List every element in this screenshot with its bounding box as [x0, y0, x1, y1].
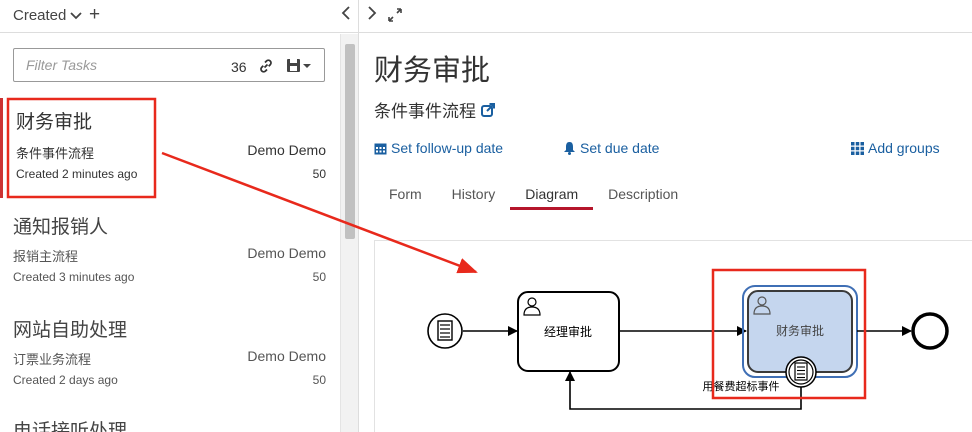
tab-diagram[interactable]: Diagram: [510, 178, 594, 210]
bell-icon: [564, 142, 575, 155]
process-name: 条件事件流程: [374, 102, 476, 121]
tab-description[interactable]: Description: [593, 178, 693, 210]
boundary-conditional-event[interactable]: [785, 356, 817, 388]
task-priority: 50: [312, 270, 326, 284]
add-groups-button[interactable]: Add groups: [851, 140, 940, 156]
save-filter-dropdown[interactable]: [286, 58, 311, 73]
filter-tasks-input[interactable]: Filter Tasks 36: [13, 48, 325, 82]
fullscreen-icon[interactable]: [387, 7, 403, 28]
task-item[interactable]: 通知报销人 报销主流程 Demo Demo Created 3 minutes …: [0, 202, 340, 302]
task-count: 36: [231, 59, 247, 75]
task-assignee: Demo Demo: [247, 142, 326, 158]
task-created: Created 3 minutes ago: [13, 270, 135, 284]
set-due-date-button[interactable]: Set due date: [563, 140, 659, 156]
sort-filter-label: Created: [13, 7, 67, 24]
add-filter-button[interactable]: +: [89, 4, 100, 26]
task-detail-pane: 财务审批 条件事件流程 Set follow-up date Set due d…: [358, 0, 972, 432]
process-link[interactable]: 条件事件流程: [374, 97, 495, 122]
task-name: 网站自助处理: [13, 320, 128, 341]
task-created: Created 2 minutes ago: [16, 167, 138, 181]
user-task-manager-approval[interactable]: 经理审批: [517, 291, 620, 372]
tab-form[interactable]: Form: [374, 178, 437, 210]
link-icon[interactable]: [258, 58, 274, 79]
task-process: 报销主流程: [13, 249, 79, 264]
sort-filter-dropdown[interactable]: Created: [13, 7, 83, 24]
task-list-scrollbar[interactable]: [340, 34, 358, 432]
task-name: 电话接听处理: [13, 421, 128, 432]
task-created: Created 2 days ago: [13, 373, 118, 387]
bpmn-diagram: 经理审批 财务审批 用餐费超标事件: [427, 285, 949, 410]
task-assignee: Demo Demo: [247, 245, 326, 261]
follow-up-label: Set follow-up date: [391, 140, 504, 156]
collapse-left-icon[interactable]: [340, 5, 352, 26]
detail-tabs: Form History Diagram Description: [374, 178, 693, 211]
task-priority: 50: [312, 167, 326, 181]
task-assignee: Demo Demo: [247, 348, 326, 364]
set-follow-up-date-button[interactable]: Set follow-up date: [374, 140, 503, 156]
boundary-label: 用餐费超标事件: [703, 379, 780, 393]
calendar-icon: [374, 143, 387, 154]
task-process: 订票业务流程: [13, 352, 92, 367]
grid-icon: [851, 141, 864, 155]
task-name: 财务审批: [16, 112, 93, 133]
task2-label: 财务审批: [776, 323, 824, 338]
task-item[interactable]: 网站自助处理 订票业务流程 Demo Demo Created 2 days a…: [0, 305, 340, 405]
external-link-icon: [481, 102, 495, 117]
task-name: 通知报销人: [13, 217, 109, 238]
end-event[interactable]: [911, 312, 949, 350]
expand-right-icon[interactable]: [366, 5, 378, 26]
tasklist-app: Created + Filter Tasks 36 财务审批 条件事件流程 De…: [0, 0, 972, 432]
task-list-header: Created +: [0, 0, 358, 33]
task1-label: 经理审批: [544, 324, 592, 339]
groups-label: Add groups: [868, 140, 940, 156]
task-priority: 50: [312, 373, 326, 387]
caret-down-icon: [303, 63, 311, 68]
task-title: 财务审批: [374, 55, 491, 87]
chevron-down-icon: [70, 11, 83, 19]
task-detail-header: [359, 0, 972, 33]
tab-history[interactable]: History: [437, 178, 511, 210]
task-item[interactable]: 电话接听处理: [0, 406, 340, 432]
task-item-active[interactable]: 财务审批 条件事件流程 Demo Demo Created 2 minutes …: [0, 98, 340, 198]
due-label: Set due date: [580, 140, 660, 156]
task-process: 条件事件流程: [16, 146, 95, 161]
task-list-pane: Created + Filter Tasks 36 财务审批 条件事件流程 De…: [0, 0, 358, 432]
save-icon: [287, 59, 300, 72]
scrollbar-thumb[interactable]: [345, 44, 355, 239]
filter-placeholder: Filter Tasks: [26, 57, 98, 73]
start-event[interactable]: [427, 313, 463, 349]
bpmn-diagram-container: 经理审批 财务审批 用餐费超标事件: [374, 240, 972, 432]
